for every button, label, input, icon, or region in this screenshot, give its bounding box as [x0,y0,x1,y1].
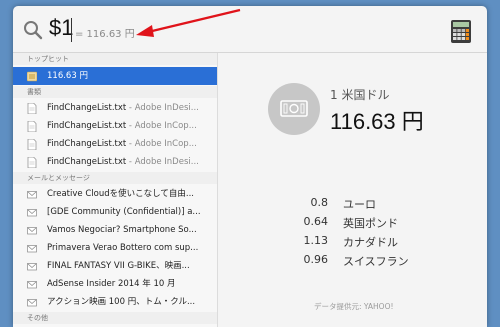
list-item[interactable]: FINAL FANTASY VII G-BIKE、映画... [13,257,217,275]
list-item[interactable]: アクション映画 100 円、トム・クル... [13,293,217,311]
mail-icon [27,209,37,217]
preview-pane: 1 米国ドル 116.63 円 0.8 ユーロ 0.64 英国ポンド 1.13 … [218,53,487,327]
list-item[interactable]: [GDE Community (Confidential)] a... [13,203,217,221]
document-source: - Adobe InDesi... [126,157,199,167]
mail-icon [27,227,37,235]
mail-subject: [GDE Community (Confidential)] a... [47,207,201,217]
mail-icon [27,263,37,271]
banknote-icon [280,100,308,117]
data-provider-credit[interactable]: データ提供元: YAHOO! [314,301,394,312]
document-name: FindChangeList.txt [47,103,127,113]
mail-subject: アクション映画 100 円、トム・クル... [47,297,196,307]
document-icon [27,121,37,132]
search-bar: $1 = 116.63 円 [13,6,487,53]
calculator-app-icon[interactable] [451,20,471,43]
mail-subject: AdSense Insider 2014 年 10 月 [47,279,176,289]
list-item[interactable]: Primavera Verao Bottero com sup... [13,239,217,257]
currency-icon [27,71,37,82]
currency-badge [268,83,320,135]
section-header-documents: 書類 [13,86,217,98]
list-item[interactable]: FindChangeList.txt - Adobe InDesi... [13,99,217,117]
conversion-currency: ユーロ [343,198,376,211]
mail-icon [27,191,37,199]
section-header-mail: メールとメッセージ [13,172,217,184]
source-currency-label: 1 米国ドル [330,88,390,102]
list-item[interactable]: Vamos Negociar? Smartphone So... [13,221,217,239]
section-header-other: その他 [13,312,217,324]
conversion-currency: カナダドル [343,236,398,249]
list-item[interactable]: Creative Cloudを使いこなして自由... [13,185,217,203]
document-name: FindChangeList.txt [47,121,127,131]
list-item-label: 116.63 円 [47,71,88,81]
text-caret [71,18,72,42]
list-item[interactable]: AdSense Insider 2014 年 10 月 [13,275,217,293]
mail-subject: Primavera Verao Bottero com sup... [47,243,199,253]
document-icon [27,139,37,150]
list-item[interactable]: FindChangeList.txt - Adobe InCop... [13,135,217,153]
document-source: - Adobe InCop... [126,139,197,149]
mail-subject: Vamos Negociar? Smartphone So... [47,225,197,235]
mail-icon [27,245,37,253]
list-item[interactable]: FindChangeList.txt - Adobe InCop... [13,117,217,135]
conversion-value: 0.64 [303,215,329,228]
list-item-top-hit[interactable]: 116.63 円 [13,67,217,85]
document-source: - Adobe InDesi... [126,103,199,113]
document-source: - Adobe InCop... [126,121,197,131]
mail-icon [27,299,37,307]
conversion-value: 0.8 [310,196,329,209]
conversion-currency: 英国ポンド [343,217,398,230]
mail-icon [27,281,37,289]
conversion-value: 1.13 [303,234,329,247]
search-icon [24,21,43,40]
annotation-arrow [136,8,241,37]
converted-amount: 116.63 円 [330,109,424,134]
mail-subject: FINAL FANTASY VII G-BIKE、映画... [47,261,190,271]
mail-subject: Creative Cloudを使いこなして自由... [47,189,194,199]
spotlight-panel: $1 = 116.63 円 トップヒット 116.63 円 書類 FindCha… [13,6,487,327]
document-name: FindChangeList.txt [47,157,127,167]
search-input[interactable]: $1 [49,15,73,41]
document-icon [27,103,37,114]
conversion-value: 0.96 [303,253,329,266]
list-item[interactable]: FindChangeList.txt - Adobe InDesi... [13,153,217,171]
document-name: FindChangeList.txt [47,139,127,149]
results-list: トップヒット 116.63 円 書類 FindChangeList.txt - … [13,53,218,327]
section-header-top-hit: トップヒット [13,53,217,65]
document-icon [27,157,37,168]
conversion-currency: スイスフラン [343,255,409,268]
